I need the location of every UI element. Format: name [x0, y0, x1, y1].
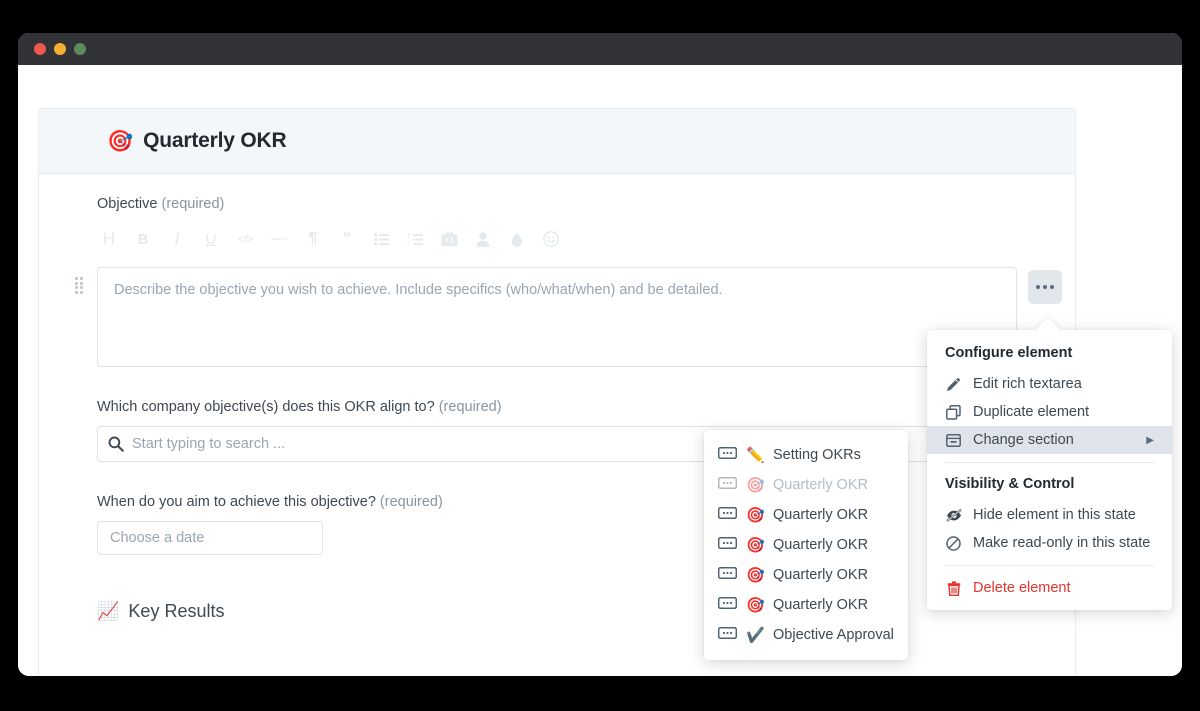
align-label-text: Which company objective(s) does this OKR… [97, 399, 435, 415]
emoji-icon[interactable] [539, 227, 563, 251]
menu-item-hide-element[interactable]: Hide element in this state [927, 501, 1172, 529]
image-icon[interactable] [437, 227, 461, 251]
duplicate-icon [945, 404, 962, 420]
window-titlebar [18, 33, 1182, 65]
target-emoji-icon: 🎯 [746, 567, 765, 584]
menu-item-make-read-only[interactable]: Make read-only in this state [927, 529, 1172, 557]
menu-item-label: Duplicate element [973, 404, 1090, 420]
target-emoji-icon: 🎯 [746, 477, 765, 494]
underline-icon[interactable]: U [199, 227, 223, 251]
minimize-window-button[interactable] [54, 43, 66, 55]
section-card-icon [717, 596, 738, 613]
card-header: 🎯 Quarterly OKR [39, 109, 1075, 174]
submenu-item[interactable]: 🎯 Quarterly OKR [704, 590, 908, 620]
section-icon [945, 433, 962, 448]
code-icon[interactable]: </> [233, 227, 257, 251]
date-required-text: (required) [379, 494, 443, 510]
target-emoji-icon: 🎯 [746, 537, 765, 554]
bold-icon[interactable]: B [131, 227, 155, 251]
submenu-item-label: Quarterly OKR [773, 597, 869, 613]
objective-textarea[interactable] [97, 267, 1017, 367]
italic-icon[interactable]: I [165, 227, 189, 251]
objective-field-row [75, 267, 1062, 367]
rich-text-toolbar: H B I U </> — ¶ ” 1 2 [97, 223, 1039, 255]
submenu-item[interactable]: 🎯 Quarterly OKR [704, 560, 908, 590]
submenu-item[interactable]: 🎯 Quarterly OKR [704, 500, 908, 530]
close-window-button[interactable] [34, 43, 46, 55]
date-label-text: When do you aim to achieve this objectiv… [97, 494, 376, 510]
submenu-item-label: Quarterly OKR [773, 477, 869, 493]
objective-required-text: (required) [161, 196, 225, 212]
paragraph-icon[interactable]: ¶ [301, 227, 325, 251]
submenu-item[interactable]: 🎯 Quarterly OKR [704, 530, 908, 560]
objective-label-text: Objective [97, 196, 158, 212]
target-emoji-icon: 🎯 [746, 507, 765, 524]
numbered-list-icon[interactable]: 1 2 [403, 227, 427, 251]
section-card-icon [717, 506, 738, 523]
date-input[interactable] [97, 521, 323, 555]
menu-item-label: Change section [973, 432, 1074, 448]
menu-divider [945, 462, 1154, 463]
chevron-right-icon: ▶ [1146, 434, 1154, 446]
page-title: Quarterly OKR [143, 129, 287, 152]
change-section-submenu: ✏️ Setting OKRs 🎯 Quarterly OKR 🎯 Quarte… [704, 430, 908, 660]
configure-element-heading: Configure element [945, 345, 1073, 361]
menu-divider [945, 565, 1154, 566]
section-card-icon [717, 626, 738, 643]
blockquote-icon[interactable]: ” [335, 227, 359, 251]
configure-element-menu: Configure element Edit rich textarea Dup… [927, 330, 1172, 610]
no-entry-icon [945, 535, 962, 551]
section-card-icon [717, 566, 738, 583]
align-label: Which company objective(s) does this OKR… [97, 399, 1039, 415]
submenu-item[interactable]: ✏️ Setting OKRs [704, 440, 908, 470]
trash-icon [945, 580, 962, 596]
submenu-item-label: Quarterly OKR [773, 537, 869, 553]
page-viewport: 🎯 Quarterly OKR Objective (required) H B… [18, 65, 1182, 676]
card-body: Objective (required) H B I U </> — ¶ ” 1… [39, 174, 1075, 622]
pencil-emoji-icon: ✏️ [746, 447, 765, 464]
heading-icon[interactable]: H [97, 227, 121, 251]
drag-handle-icon[interactable] [75, 277, 85, 294]
eye-slash-icon [945, 508, 962, 522]
section-card-icon [717, 446, 738, 463]
svg-text:2: 2 [407, 241, 411, 246]
menu-item-duplicate-element[interactable]: Duplicate element [927, 398, 1172, 426]
pencil-icon [945, 377, 962, 392]
submenu-item-label: Quarterly OKR [773, 507, 869, 523]
visibility-control-heading: Visibility & Control [945, 476, 1075, 492]
more-options-button[interactable] [1028, 270, 1062, 304]
menu-item-label: Delete element [973, 580, 1071, 596]
chart-increasing-icon: 📈 [97, 601, 120, 621]
maximize-window-button[interactable] [74, 43, 86, 55]
svg-text:1: 1 [407, 234, 411, 240]
objective-label: Objective (required) [97, 196, 1039, 212]
target-emoji-icon: 🎯 [746, 597, 765, 614]
check-emoji-icon: ✔️ [746, 627, 765, 644]
horizontal-rule-icon[interactable]: — [267, 227, 291, 251]
key-results-label: Key Results [128, 601, 225, 621]
menu-item-label: Make read-only in this state [973, 535, 1151, 551]
menu-item-label: Edit rich textarea [973, 376, 1082, 392]
menu-item-change-section[interactable]: Change section ▶ [927, 426, 1172, 454]
target-icon: 🎯 [107, 129, 134, 153]
user-icon[interactable] [471, 227, 495, 251]
submenu-item-label: Objective Approval [773, 627, 894, 643]
menu-item-label: Hide element in this state [973, 507, 1136, 523]
search-icon [108, 436, 124, 452]
submenu-item[interactable]: 🎯 Quarterly OKR [704, 470, 908, 500]
section-card-icon [717, 476, 738, 493]
submenu-item-label: Quarterly OKR [773, 567, 869, 583]
droplet-icon[interactable] [505, 227, 529, 251]
bullet-list-icon[interactable] [369, 227, 393, 251]
browser-window: 🎯 Quarterly OKR Objective (required) H B… [18, 33, 1182, 676]
menu-item-delete-element[interactable]: Delete element [927, 574, 1172, 602]
menu-item-edit-rich-textarea[interactable]: Edit rich textarea [927, 370, 1172, 398]
form-card: 🎯 Quarterly OKR Objective (required) H B… [38, 108, 1076, 676]
align-required-text: (required) [438, 399, 502, 415]
submenu-item-label: Setting OKRs [773, 447, 861, 463]
section-card-icon [717, 536, 738, 553]
submenu-item[interactable]: ✔️ Objective Approval [704, 620, 908, 650]
